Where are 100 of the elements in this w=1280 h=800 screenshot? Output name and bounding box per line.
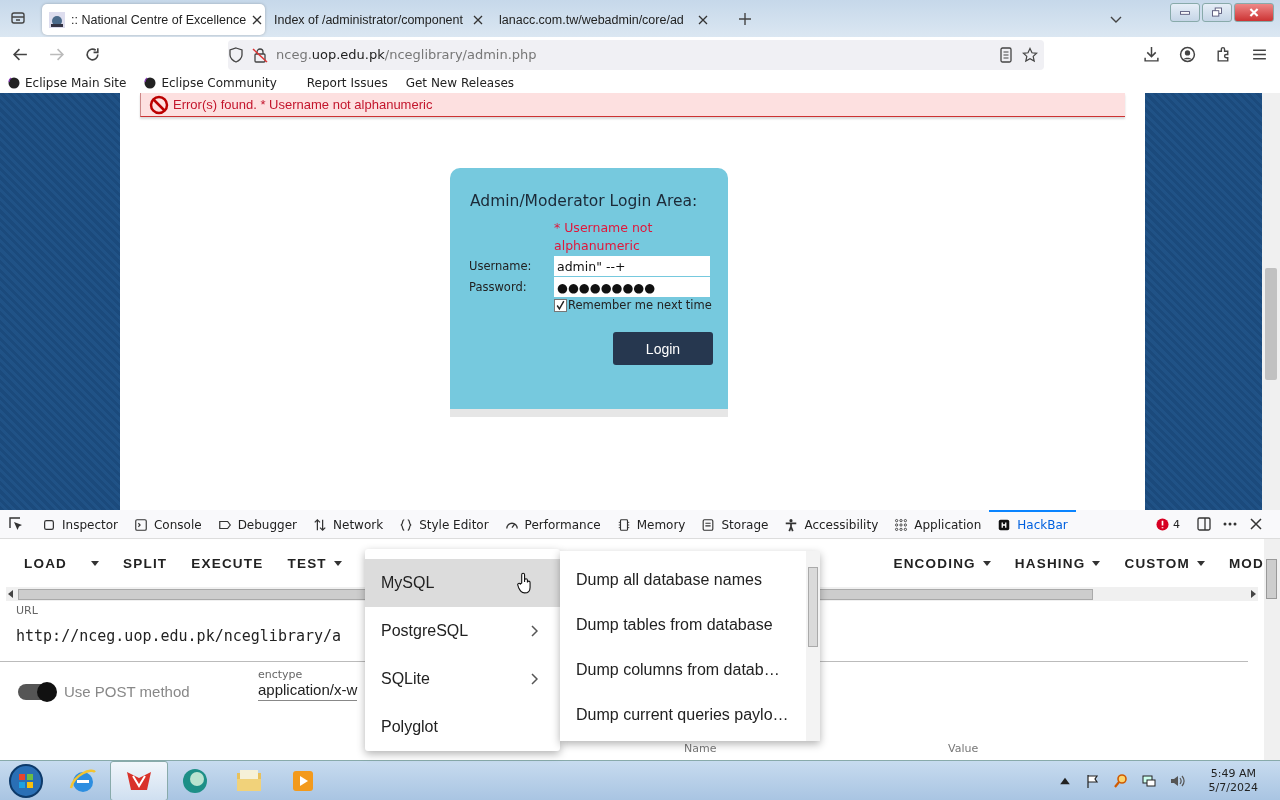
enctype-label: enctype: [258, 668, 304, 681]
scroll-left-icon[interactable]: [8, 590, 14, 598]
browser-tab[interactable]: lanacc.com.tw/webadmin/core/ad: [492, 4, 715, 35]
menu-item[interactable]: SQLite: [365, 655, 560, 703]
close-icon[interactable]: [252, 14, 263, 25]
password-field[interactable]: ●●●●●●●●●: [554, 277, 710, 297]
remember-checkbox[interactable]: [554, 298, 567, 312]
devtools-tab[interactable]: Console: [126, 510, 210, 538]
menu-item[interactable]: Dump all database names: [560, 557, 806, 602]
caret-icon: [91, 560, 100, 566]
menu-item[interactable]: Polyglot: [365, 703, 560, 751]
toolbar-button[interactable]: CUSTOM: [1112, 547, 1217, 579]
password-label: Password:: [469, 280, 528, 294]
devtools-tab[interactable]: Network: [305, 510, 392, 538]
bookmark-link[interactable]: Eclipse Community: [144, 75, 277, 90]
caret-icon: [1092, 560, 1101, 566]
devtools-tab[interactable]: Memory: [608, 510, 694, 538]
devtools-tab[interactable]: HackBar: [989, 510, 1076, 538]
start-button[interactable]: [8, 763, 44, 799]
braces-icon: [399, 518, 414, 532]
devtools-tab[interactable]: Inspector: [34, 510, 126, 538]
caret-icon: [1196, 560, 1205, 566]
globe-app-icon[interactable]: [180, 766, 210, 796]
system-clock[interactable]: 5:49 AM 5/7/2024: [1208, 767, 1258, 795]
download-icon[interactable]: [1143, 46, 1160, 63]
terminal-icon: [134, 518, 148, 532]
scroll-right-icon[interactable]: [1250, 590, 1256, 598]
toolbar-button[interactable]: SPLIT: [111, 547, 180, 579]
insecure-lock-icon: [252, 46, 268, 63]
magnifier-icon[interactable]: [1112, 773, 1129, 789]
close-icon[interactable]: [698, 14, 708, 25]
list-icon: [701, 518, 716, 532]
login-title: Admin/Moderator Login Area:: [470, 192, 699, 210]
close-icon[interactable]: [1248, 516, 1264, 532]
bookmark-link[interactable]: Report Issues: [306, 75, 388, 90]
letter-h-icon: [997, 518, 1012, 532]
prohibited-icon: [149, 94, 169, 115]
reader-view-icon[interactable]: [998, 46, 1014, 63]
devtools-tab[interactable]: Debugger: [209, 510, 306, 538]
menu-item[interactable]: Dump current queries paylo…: [560, 692, 806, 737]
tab-list-icon[interactable]: [10, 10, 26, 26]
error-message: Error(s) found. * Username not alphanumeric: [173, 97, 433, 112]
login-button[interactable]: Login: [613, 332, 713, 365]
devtools-tab[interactable]: Accessibility: [776, 510, 887, 538]
devtools-tab[interactable]: Performance: [496, 510, 609, 538]
bookmark-link[interactable]: Eclipse Main Site: [8, 75, 127, 90]
toolbar-button[interactable]: LOAD: [12, 547, 112, 579]
post-label: Use POST method: [64, 683, 191, 700]
flag-icon[interactable]: [1084, 773, 1101, 789]
post-toggle[interactable]: [18, 683, 56, 700]
bookmark-link[interactable]: Get New Releases: [405, 75, 514, 90]
browser-tab[interactable]: Index of /administrator/component: [267, 4, 490, 35]
caret-icon: [333, 560, 342, 566]
eclipse-icon: [8, 76, 20, 89]
toolbar-button[interactable]: ENCODING: [881, 547, 1003, 579]
back-icon[interactable]: [12, 46, 29, 63]
devtools-tab[interactable]: Style Editor: [391, 510, 497, 538]
validation-error: * Username not alphanumeric: [554, 219, 654, 255]
page-scrollbar[interactable]: [1262, 93, 1280, 510]
star-icon[interactable]: [1022, 46, 1038, 63]
speaker-icon[interactable]: [1168, 773, 1185, 789]
menu-item[interactable]: MySQL: [365, 559, 560, 607]
menu-item[interactable]: Dump tables from database: [560, 602, 806, 647]
account-icon[interactable]: [1179, 46, 1196, 63]
close-button[interactable]: [1234, 3, 1274, 22]
taskbar-app-button[interactable]: [110, 761, 168, 800]
username-field[interactable]: admin" --+: [554, 256, 710, 276]
toolbar-button[interactable]: TEST: [275, 547, 354, 579]
url-field[interactable]: http://nceg.uop.edu.pk/nceglibrary/a: [16, 627, 342, 645]
menu-item[interactable]: PostgreSQL: [365, 607, 560, 655]
browser-tab[interactable]: :: National Centre of Excellence: [42, 4, 265, 35]
eclipse-icon: [144, 76, 157, 89]
grid-icon: [894, 518, 909, 532]
restore-button[interactable]: [1202, 3, 1232, 22]
toolbar-button[interactable]: HASHING: [1002, 547, 1113, 579]
url-label: URL: [16, 604, 39, 617]
network-icon[interactable]: [1140, 773, 1157, 789]
arrows-icon: [313, 518, 328, 532]
dock-icon[interactable]: [1196, 516, 1212, 532]
enctype-select[interactable]: application/x-w: [258, 681, 358, 701]
reload-icon[interactable]: [84, 46, 101, 63]
devtools-tab[interactable]: Storage: [693, 510, 777, 538]
new-tab-icon[interactable]: [737, 11, 753, 27]
toolbar-button[interactable]: MOD: [1216, 547, 1264, 579]
minimize-button[interactable]: [1170, 3, 1200, 22]
person-icon: [784, 518, 799, 532]
panel-scrollbar[interactable]: [1264, 539, 1280, 760]
box-icon: [42, 518, 56, 532]
menu-scrollbar[interactable]: [806, 551, 820, 741]
username-label: Username:: [469, 259, 533, 273]
devtools-tab[interactable]: Application: [886, 510, 990, 538]
column-header: Value: [948, 742, 979, 756]
address-bar[interactable]: nceg.uop.edu.pk/nceglibrary/admin.php: [228, 39, 1044, 70]
toolbar-button[interactable]: EXECUTE: [179, 547, 276, 579]
tag-icon: [217, 518, 232, 532]
element-picker-icon[interactable]: [8, 516, 24, 532]
close-icon[interactable]: [473, 14, 483, 25]
shield-icon: [228, 46, 244, 63]
menu-item[interactable]: Dump columns from datab…: [560, 647, 806, 692]
caret-icon: [982, 560, 991, 566]
